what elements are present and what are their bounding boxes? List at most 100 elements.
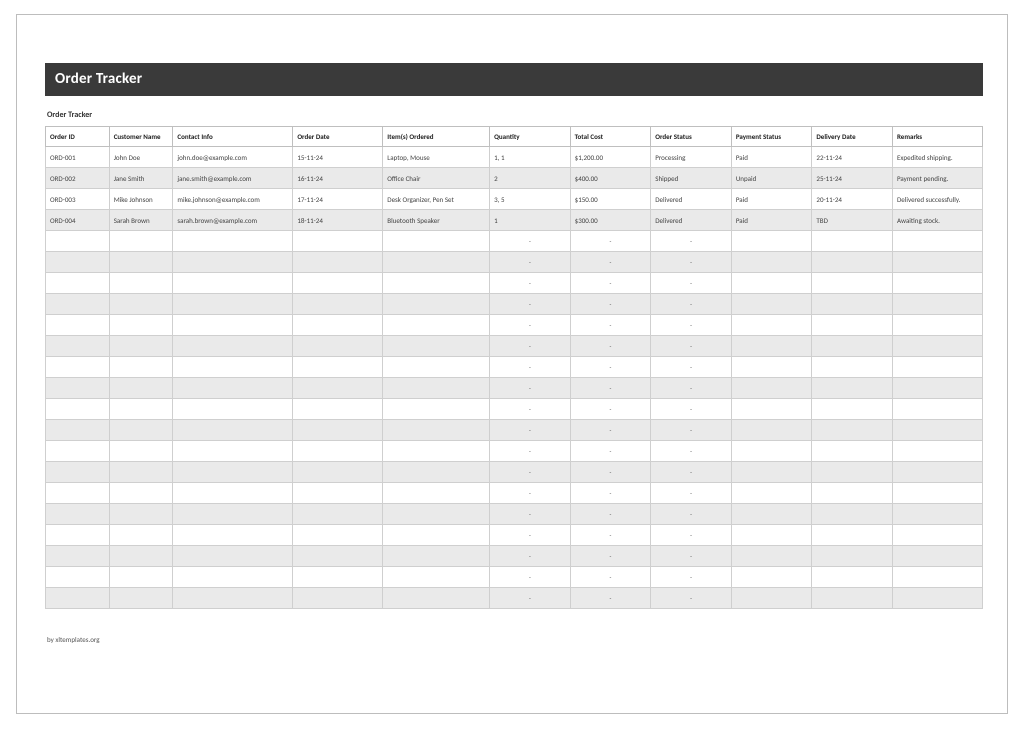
cell-order-id[interactable]	[46, 357, 110, 378]
cell-total-cost[interactable]: -	[570, 441, 651, 462]
cell-delivery-date[interactable]	[812, 357, 893, 378]
cell-items-ordered[interactable]: Laptop, Mouse	[383, 147, 490, 168]
cell-total-cost[interactable]: $400.00	[570, 168, 651, 189]
cell-contact-info[interactable]	[173, 525, 293, 546]
cell-delivery-date[interactable]	[812, 441, 893, 462]
cell-payment-status[interactable]	[731, 315, 812, 336]
col-header-order-date[interactable]: Order Date	[293, 127, 383, 147]
table-row[interactable]: ORD-001John Doejohn.doe@example.com15-11…	[46, 147, 983, 168]
table-row[interactable]: ---	[46, 357, 983, 378]
cell-contact-info[interactable]: john.doe@example.com	[173, 147, 293, 168]
cell-items-ordered[interactable]	[383, 357, 490, 378]
cell-customer-name[interactable]	[109, 441, 173, 462]
cell-customer-name[interactable]	[109, 294, 173, 315]
cell-quantity[interactable]: -	[490, 378, 571, 399]
cell-order-id[interactable]: ORD-002	[46, 168, 110, 189]
cell-quantity[interactable]: -	[490, 588, 571, 609]
cell-items-ordered[interactable]	[383, 336, 490, 357]
cell-quantity[interactable]: 2	[490, 168, 571, 189]
cell-delivery-date[interactable]: 20-11-24	[812, 189, 893, 210]
cell-total-cost[interactable]: -	[570, 567, 651, 588]
cell-contact-info[interactable]	[173, 504, 293, 525]
cell-order-status[interactable]: -	[651, 294, 732, 315]
cell-total-cost[interactable]: -	[570, 357, 651, 378]
cell-payment-status[interactable]	[731, 588, 812, 609]
col-header-remarks[interactable]: Remarks	[892, 127, 982, 147]
table-row[interactable]: ---	[46, 399, 983, 420]
cell-items-ordered[interactable]	[383, 567, 490, 588]
cell-order-status[interactable]: -	[651, 336, 732, 357]
cell-delivery-date[interactable]	[812, 504, 893, 525]
cell-delivery-date[interactable]: 22-11-24	[812, 147, 893, 168]
cell-delivery-date[interactable]	[812, 399, 893, 420]
cell-items-ordered[interactable]	[383, 483, 490, 504]
cell-customer-name[interactable]	[109, 420, 173, 441]
cell-delivery-date[interactable]	[812, 315, 893, 336]
cell-customer-name[interactable]	[109, 546, 173, 567]
cell-items-ordered[interactable]	[383, 420, 490, 441]
cell-payment-status[interactable]	[731, 483, 812, 504]
cell-delivery-date[interactable]: TBD	[812, 210, 893, 231]
cell-items-ordered[interactable]	[383, 252, 490, 273]
cell-contact-info[interactable]	[173, 441, 293, 462]
cell-quantity[interactable]: -	[490, 336, 571, 357]
cell-contact-info[interactable]	[173, 399, 293, 420]
cell-order-date[interactable]	[293, 420, 383, 441]
cell-total-cost[interactable]: -	[570, 273, 651, 294]
table-row[interactable]: ORD-004Sarah Brownsarah.brown@example.co…	[46, 210, 983, 231]
cell-order-date[interactable]: 16-11-24	[293, 168, 383, 189]
cell-payment-status[interactable]	[731, 525, 812, 546]
cell-remarks[interactable]	[892, 273, 982, 294]
cell-delivery-date[interactable]	[812, 294, 893, 315]
cell-order-status[interactable]: Shipped	[651, 168, 732, 189]
cell-remarks[interactable]	[892, 420, 982, 441]
cell-remarks[interactable]	[892, 588, 982, 609]
cell-quantity[interactable]: -	[490, 294, 571, 315]
cell-contact-info[interactable]	[173, 567, 293, 588]
cell-customer-name[interactable]	[109, 273, 173, 294]
table-row[interactable]: ---	[46, 567, 983, 588]
cell-total-cost[interactable]: -	[570, 462, 651, 483]
cell-order-status[interactable]: -	[651, 357, 732, 378]
cell-total-cost[interactable]: $1,200.00	[570, 147, 651, 168]
cell-items-ordered[interactable]	[383, 399, 490, 420]
cell-order-date[interactable]	[293, 441, 383, 462]
cell-payment-status[interactable]	[731, 420, 812, 441]
table-row[interactable]: ---	[46, 336, 983, 357]
cell-order-date[interactable]	[293, 315, 383, 336]
cell-payment-status[interactable]	[731, 378, 812, 399]
cell-delivery-date[interactable]	[812, 483, 893, 504]
cell-remarks[interactable]: Awaiting stock.	[892, 210, 982, 231]
cell-items-ordered[interactable]	[383, 504, 490, 525]
cell-order-status[interactable]: Processing	[651, 147, 732, 168]
cell-order-id[interactable]	[46, 378, 110, 399]
cell-order-status[interactable]: -	[651, 399, 732, 420]
cell-customer-name[interactable]	[109, 336, 173, 357]
cell-quantity[interactable]: -	[490, 420, 571, 441]
cell-contact-info[interactable]	[173, 483, 293, 504]
cell-order-date[interactable]	[293, 588, 383, 609]
cell-total-cost[interactable]: $150.00	[570, 189, 651, 210]
cell-payment-status[interactable]	[731, 399, 812, 420]
cell-order-status[interactable]: Delivered	[651, 189, 732, 210]
cell-order-status[interactable]: -	[651, 462, 732, 483]
cell-contact-info[interactable]	[173, 252, 293, 273]
cell-remarks[interactable]	[892, 504, 982, 525]
col-header-quantity[interactable]: Quantity	[490, 127, 571, 147]
table-row[interactable]: ---	[46, 588, 983, 609]
cell-items-ordered[interactable]	[383, 546, 490, 567]
table-row[interactable]: ---	[46, 294, 983, 315]
cell-remarks[interactable]	[892, 441, 982, 462]
cell-delivery-date[interactable]	[812, 273, 893, 294]
cell-payment-status[interactable]	[731, 357, 812, 378]
cell-customer-name[interactable]: Sarah Brown	[109, 210, 173, 231]
cell-order-id[interactable]	[46, 231, 110, 252]
cell-payment-status[interactable]: Paid	[731, 147, 812, 168]
cell-order-date[interactable]	[293, 483, 383, 504]
cell-total-cost[interactable]: -	[570, 588, 651, 609]
cell-payment-status[interactable]: Unpaid	[731, 168, 812, 189]
cell-delivery-date[interactable]	[812, 231, 893, 252]
cell-contact-info[interactable]	[173, 357, 293, 378]
cell-remarks[interactable]: Delivered successfully.	[892, 189, 982, 210]
cell-quantity[interactable]: -	[490, 357, 571, 378]
